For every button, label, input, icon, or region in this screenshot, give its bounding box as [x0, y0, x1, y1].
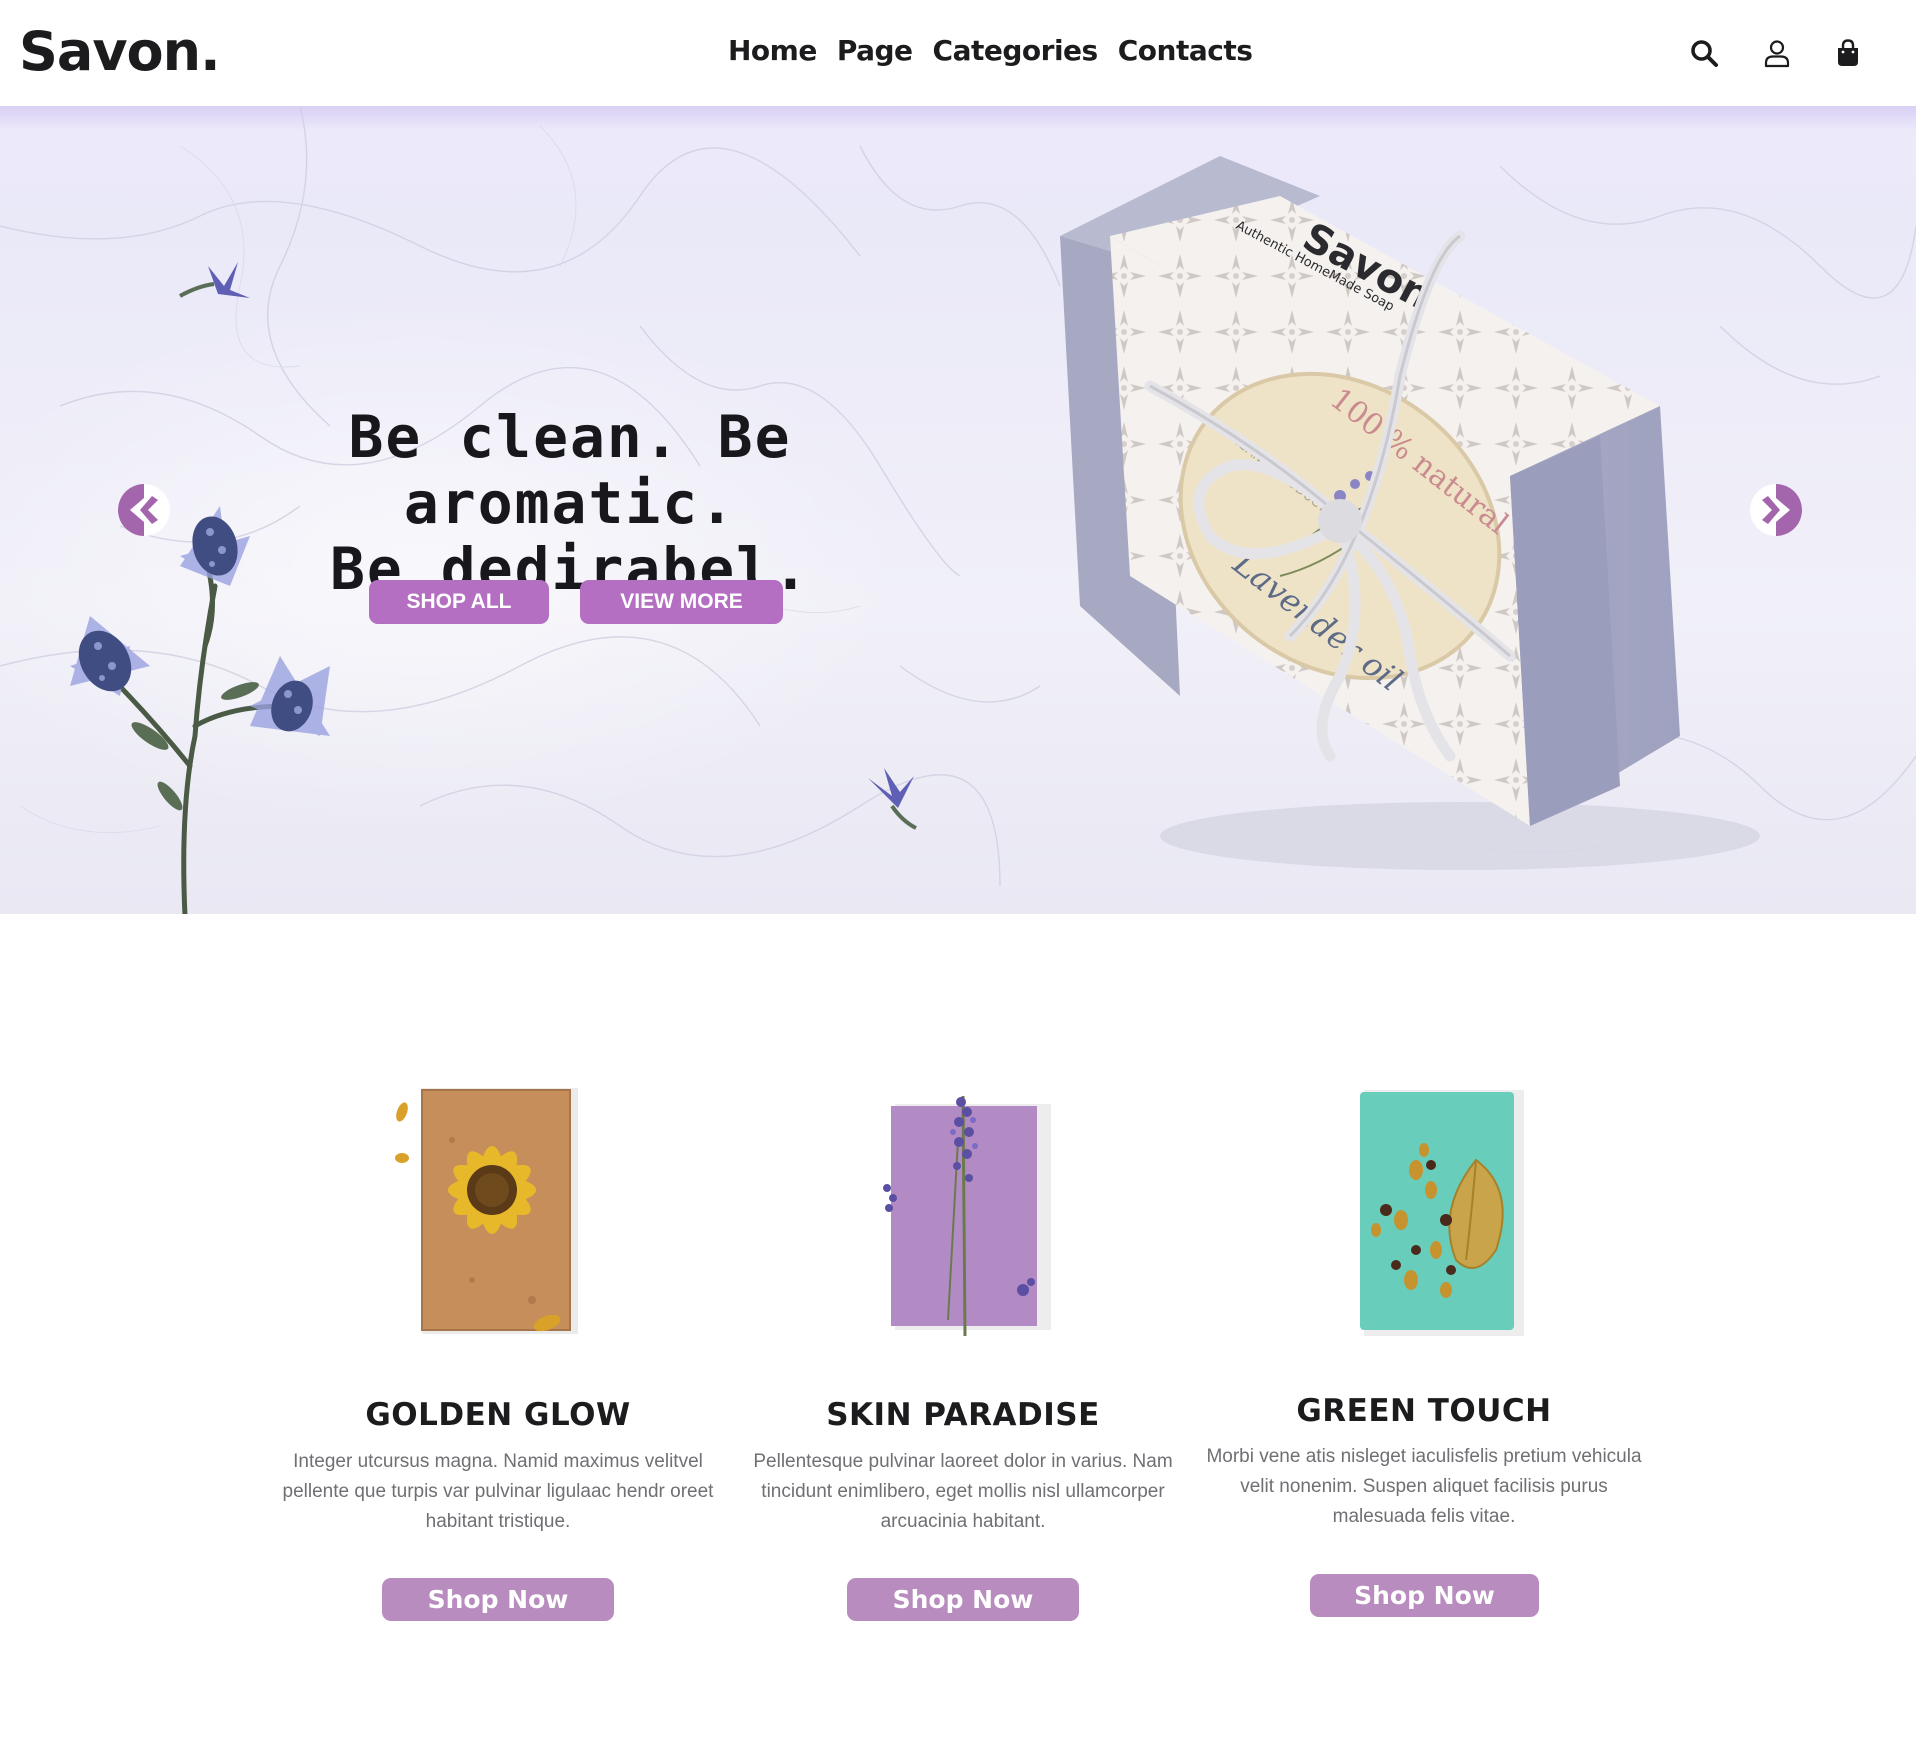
product-title: GOLDEN GLOW: [365, 1397, 631, 1433]
product-title: SKIN PARADISE: [826, 1397, 1100, 1433]
soap-box-image: 100 % natural ORGANIC PRODUCT Lavender o…: [1060, 156, 1760, 870]
skin-paradise-soap-image[interactable]: [863, 1080, 1063, 1350]
product-description: Pellentesque pulvinar laoreet dolor in v…: [753, 1451, 1173, 1532]
lavender-flower-image: [868, 768, 917, 830]
nav-contacts[interactable]: Contacts: [1118, 34, 1253, 67]
next-slide-button[interactable]: [1750, 484, 1802, 536]
nav-page[interactable]: Page: [837, 34, 913, 67]
product-title: GREEN TOUCH: [1296, 1393, 1552, 1429]
nav-categories[interactable]: Categories: [933, 34, 1099, 67]
product-description: Integer utcursus magna. Namid maximus ve…: [282, 1451, 714, 1532]
nav-home[interactable]: Home: [728, 34, 817, 67]
shop-all-button[interactable]: SHOP ALL: [369, 580, 549, 624]
green-touch-soap-image[interactable]: [1336, 1080, 1536, 1350]
product-description: Morbi vene atis nisleget iaculisfelis pr…: [1206, 1446, 1642, 1527]
shop-now-button[interactable]: Shop Now: [1310, 1574, 1539, 1617]
hero-headline: Be clean. Be aromatic. Be dedirabel.: [180, 404, 960, 602]
shop-now-button[interactable]: Shop Now: [382, 1578, 614, 1621]
hero-headline-line2: Be dedirabel.: [330, 535, 810, 603]
chevron-left-icon: [118, 484, 169, 536]
shopping-bag-icon[interactable]: [1831, 36, 1865, 70]
lavender-flower-image: [179, 262, 250, 298]
chevron-right-icon: [1751, 484, 1802, 536]
golden-glow-soap-image[interactable]: [382, 1080, 582, 1350]
hero-headline-line1: Be clean. Be aromatic.: [348, 403, 792, 537]
hero-slider: 100 % natural ORGANIC PRODUCT Lavender o…: [0, 106, 1916, 914]
user-icon[interactable]: [1760, 36, 1794, 70]
search-icon[interactable]: [1687, 36, 1721, 70]
shop-now-button[interactable]: Shop Now: [847, 1578, 1079, 1621]
prev-slide-button[interactable]: [118, 484, 170, 536]
site-logo[interactable]: Savon.: [19, 20, 221, 83]
main-nav: Home Page Categories Contacts: [728, 34, 1253, 67]
site-header: Savon. Home Page Categories Contacts: [0, 0, 1916, 106]
view-more-button[interactable]: VIEW MORE: [580, 580, 783, 624]
